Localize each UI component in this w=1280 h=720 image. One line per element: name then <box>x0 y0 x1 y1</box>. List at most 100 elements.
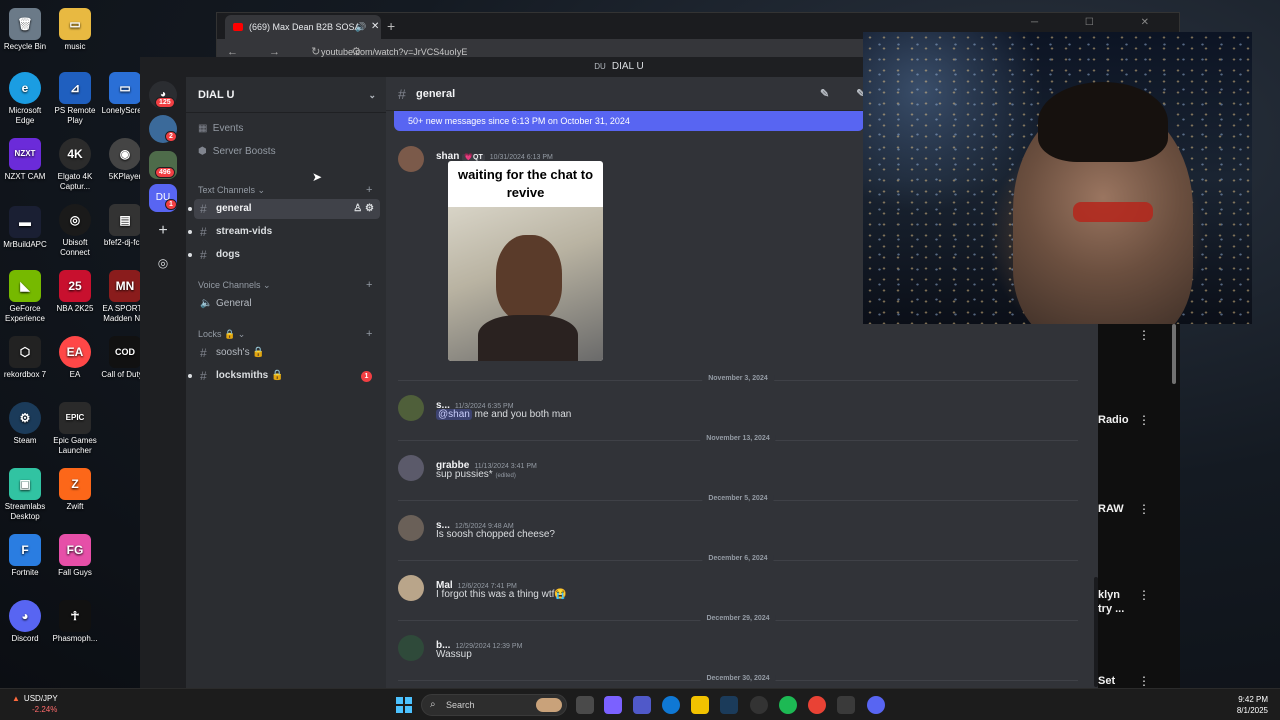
channel-sooshs[interactable]: # soosh's 🔒 <box>194 343 380 363</box>
elgato-shortcut[interactable]: 4K Elgato 4K Captur... <box>50 138 100 192</box>
shortcut-label: Epic Games Launcher <box>53 436 97 455</box>
nzxt-shortcut[interactable]: NZXT NZXT CAM <box>0 138 50 182</box>
meme-image[interactable]: waiting for the chat to revive <box>448 161 603 361</box>
ps-remote-shortcut[interactable]: ⊿ PS Remote Play <box>50 72 100 126</box>
spotify-icon[interactable] <box>779 696 797 714</box>
ubisoft-shortcut[interactable]: ◎ Ubisoft Connect <box>50 204 100 258</box>
add-server-button[interactable]: + <box>149 217 177 245</box>
ticker-change: -2.24% <box>32 705 58 714</box>
more-icon[interactable]: ⋮ <box>1138 413 1150 427</box>
recycle-bin-shortcut[interactable]: 🗑 Recycle Bin <box>0 8 50 52</box>
geforce-shortcut[interactable]: ◣ GeForce Experience <box>0 270 50 324</box>
zwift-shortcut[interactable]: Z Zwift <box>50 468 100 512</box>
avatar[interactable] <box>398 395 424 421</box>
date-divider: December 30, 2024 <box>398 675 1078 682</box>
explore-servers-button[interactable]: ◎ <box>149 249 177 277</box>
task-view-icon[interactable] <box>576 696 594 714</box>
hash-icon: # <box>200 225 207 239</box>
start-button[interactable] <box>396 697 412 713</box>
shortcut-label: PS Remote Play <box>54 106 96 125</box>
unread-badge: 2 <box>165 131 177 142</box>
channel-locksmiths[interactable]: # locksmiths 🔒 1 <box>188 366 380 386</box>
ea-shortcut[interactable]: EA EA <box>50 336 100 380</box>
epic-shortcut[interactable]: EPIC Epic Games Launcher <box>50 402 100 456</box>
role-tag: 💗QT <box>462 154 485 161</box>
channel-settings-icons[interactable]: ♙ ⚙ <box>353 199 374 219</box>
shortcut-label: Streamlabs Desktop <box>4 502 46 521</box>
taskbar-search[interactable]: ⌕ Search <box>421 694 567 716</box>
video-title[interactable]: Set <box>1098 674 1115 688</box>
channel-stream-vids[interactable]: # stream-vids <box>188 222 380 242</box>
window-controls[interactable]: ─ ☐ ✕ <box>1031 17 1171 28</box>
server-boosts-button[interactable]: ⬢ Server Boosts <box>198 144 276 160</box>
channel-general[interactable]: # general ♙ ⚙ <box>188 199 380 219</box>
more-icon[interactable]: ⋮ <box>1138 502 1150 516</box>
events-button[interactable]: ▦ Events <box>198 121 243 137</box>
streamlabs-shortcut[interactable]: ▣ Streamlabs Desktop <box>0 468 50 522</box>
category-voice-channels[interactable]: Voice Channels ⌄ <box>198 279 271 291</box>
clock-date: 8/1/2025 <box>1236 706 1268 715</box>
create-channel-icon[interactable]: + <box>366 184 372 196</box>
channel-title: general <box>416 88 456 100</box>
weather-widget[interactable]: ▲ USD/JPY -2.24% <box>12 693 58 715</box>
file-explorer-icon[interactable] <box>691 696 709 714</box>
more-icon[interactable]: ⋮ <box>1138 588 1150 602</box>
more-icon[interactable]: ⋮ <box>1138 328 1150 342</box>
avatar[interactable] <box>398 455 424 481</box>
speaker-icon[interactable]: 🔊 <box>355 15 366 39</box>
speaker-icon: 🔈 <box>200 298 213 309</box>
message-text: Wassup <box>436 649 472 660</box>
fortnite-shortcut[interactable]: F Fortnite <box>0 534 50 578</box>
close-tab-icon[interactable]: ✕ <box>371 15 379 39</box>
chevron-down-icon: ⌄ <box>368 90 376 100</box>
browser-tab[interactable]: (669) Max Dean B2B SOSA 🔊 ✕ <box>225 15 381 39</box>
edge-icon[interactable] <box>662 696 680 714</box>
chat-scrollbar[interactable] <box>1094 577 1098 687</box>
music-folder-shortcut[interactable]: ▭ music <box>50 8 100 52</box>
video-title[interactable]: RAW <box>1098 502 1124 516</box>
store-icon[interactable] <box>837 696 855 714</box>
user-mention[interactable]: @shan <box>436 409 472 420</box>
chrome-icon[interactable] <box>808 696 826 714</box>
rekordbox-shortcut[interactable]: ⬡ rekordbox 7 <box>0 336 50 380</box>
scrollbar[interactable] <box>1172 324 1176 384</box>
new-messages-banner[interactable]: 50+ new messages since 6:13 PM on Octobe… <box>394 111 864 131</box>
avatar[interactable] <box>398 515 424 541</box>
discord-shortcut[interactable]: ◕ Discord <box>0 600 50 644</box>
teams-icon[interactable] <box>633 696 651 714</box>
face-shape <box>496 235 562 321</box>
unread-indicator <box>188 230 192 234</box>
fallguys-icon: FG <box>59 534 91 566</box>
steam-icon[interactable] <box>720 696 738 714</box>
category-text-channels[interactable]: Text Channels ⌄ <box>198 184 265 196</box>
avatar[interactable] <box>398 146 424 172</box>
edge-shortcut[interactable]: e Microsoft Edge <box>0 72 50 126</box>
more-icon[interactable]: ⋮ <box>1138 674 1150 688</box>
date-divider: December 29, 2024 <box>398 615 1078 622</box>
phasmophobia-shortcut[interactable]: ☥ Phasmoph... <box>50 600 100 644</box>
shortcut-label: NBA 2K25 <box>56 304 94 313</box>
category-locks[interactable]: Locks 🔒 ⌄ <box>198 328 245 340</box>
avatar[interactable] <box>398 635 424 661</box>
create-channel-icon[interactable]: + <box>366 328 372 340</box>
desktop-icons: 🗑 Recycle Bin e Microsoft Edge NZXT NZXT… <box>0 0 150 688</box>
new-tab-button[interactable]: + <box>387 15 395 37</box>
edited-marker: (edited) <box>495 473 516 479</box>
steam-shortcut[interactable]: ⚙ Steam <box>0 402 50 446</box>
nba2k-shortcut[interactable]: 25 NBA 2K25 <box>50 270 100 314</box>
avatar[interactable] <box>398 575 424 601</box>
hash-icon: # <box>200 248 207 262</box>
discord-icon[interactable] <box>867 696 885 714</box>
video-title[interactable]: Radio <box>1098 413 1129 427</box>
tiktok-icon[interactable] <box>750 696 768 714</box>
clock[interactable]: 9:42 PM 8/1/2025 <box>1237 694 1268 716</box>
create-channel-icon[interactable]: + <box>366 279 372 291</box>
fallguys-shortcut[interactable]: FG Fall Guys <box>50 534 100 578</box>
lonelyscreen-icon: ▭ <box>109 72 141 104</box>
copilot-icon[interactable] <box>604 696 622 714</box>
video-title[interactable]: klyn try ... <box>1098 588 1132 616</box>
server-header[interactable]: DIAL U ⌄ <box>186 77 386 113</box>
channel-dogs[interactable]: # dogs <box>188 245 380 265</box>
mrbuildapc-shortcut[interactable]: ▬ MrBuildAPC <box>0 206 50 250</box>
voice-channel-general[interactable]: 🔈 General <box>194 294 380 314</box>
